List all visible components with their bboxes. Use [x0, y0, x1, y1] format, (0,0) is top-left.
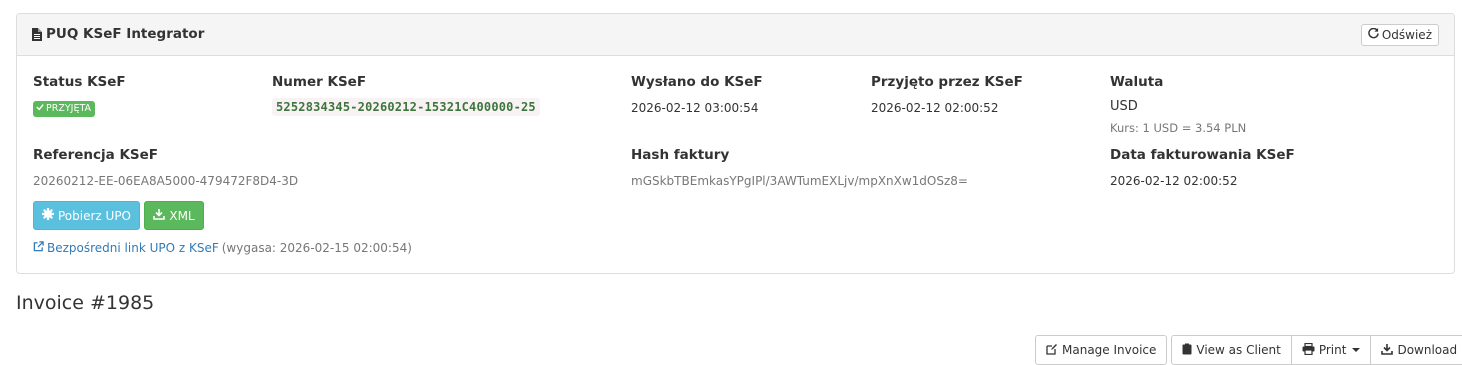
manage-invoice-button[interactable]: Manage Invoice: [1035, 335, 1168, 365]
referencja-label: Referencja KSeF: [33, 147, 159, 163]
upo-link-expiry: (wygasa: 2026-02-15 02:00:54): [221, 241, 412, 255]
xml-label: XML: [169, 208, 195, 223]
upo-link-row: Bezpośredni link UPO z KSeF (wygasa: 202…: [33, 241, 412, 255]
xml-button[interactable]: XML: [144, 201, 204, 230]
certificate-icon: [41, 207, 55, 223]
przyjeto-label: Przyjęto przez KSeF: [871, 74, 1023, 90]
hash-label: Hash faktury: [631, 147, 730, 163]
check-icon: [36, 103, 44, 115]
hash-value: mGSkbTBEmkasYPgIPl/3AWTumEXLjv/mpXnXw1dO…: [631, 174, 968, 188]
upo-direct-link[interactable]: Bezpośredni link UPO z KSeF: [47, 241, 219, 255]
panel-heading: PUQ KSeF Integrator Odśwież: [17, 14, 1454, 56]
wyslano-label: Wysłano do KSeF: [631, 74, 763, 90]
view-as-client-label: View as Client: [1196, 343, 1281, 357]
panel-title: PUQ KSeF Integrator: [31, 26, 204, 42]
refresh-label: Odśwież: [1381, 28, 1432, 42]
refresh-button[interactable]: Odśwież: [1360, 24, 1439, 46]
download-label: Download: [1397, 343, 1458, 357]
numer-value: 5252834345-20260212-15321C400000-25: [272, 98, 540, 116]
pobierz-upo-label: Pobierz UPO: [58, 208, 131, 223]
pobierz-upo-button[interactable]: Pobierz UPO: [33, 201, 140, 230]
waluta-value: USD: [1110, 99, 1138, 114]
external-link-icon: [33, 241, 44, 255]
download-button[interactable]: Download: [1371, 335, 1462, 365]
ksef-panel: PUQ KSeF Integrator Odśwież Status KSeF …: [16, 13, 1455, 274]
caret-down-icon: [1352, 348, 1361, 352]
manage-invoice-label: Manage Invoice: [1062, 343, 1157, 357]
print-button[interactable]: Print: [1291, 335, 1372, 365]
file-icon: [31, 27, 42, 41]
download-icon: [1381, 343, 1394, 358]
data-fakturowania-value: 2026-02-12 02:00:52: [1110, 174, 1238, 188]
download-icon: [153, 208, 166, 223]
numer-label: Numer KSeF: [272, 74, 367, 90]
referencja-value: 20260212-EE-06EA8A5000-479472F8D4-3D: [33, 174, 299, 188]
print-label: Print: [1318, 343, 1347, 357]
data-fakturowania-label: Data fakturowania KSeF: [1110, 147, 1295, 163]
print-icon: [1302, 342, 1315, 358]
invoice-title: Invoice #1985: [16, 292, 155, 314]
status-label: Status KSeF: [33, 74, 126, 90]
przyjeto-value: 2026-02-12 02:00:52: [871, 101, 999, 115]
kurs-value: Kurs: 1 USD = 3.54 PLN: [1110, 121, 1247, 135]
invoice-toolbar: Manage Invoice View as Client Print Down…: [1035, 335, 1462, 365]
view-as-client-button[interactable]: View as Client: [1171, 335, 1292, 365]
edit-icon: [1046, 343, 1058, 358]
status-badge: PRZYJĘTA: [33, 101, 96, 117]
clipboard-icon: [1182, 343, 1192, 358]
refresh-icon: [1368, 27, 1379, 42]
status-badge-text: PRZYJĘTA: [46, 103, 92, 114]
panel-title-text: PUQ KSeF Integrator: [46, 26, 205, 42]
waluta-label: Waluta: [1110, 74, 1164, 90]
wyslano-value: 2026-02-12 03:00:54: [631, 101, 759, 115]
